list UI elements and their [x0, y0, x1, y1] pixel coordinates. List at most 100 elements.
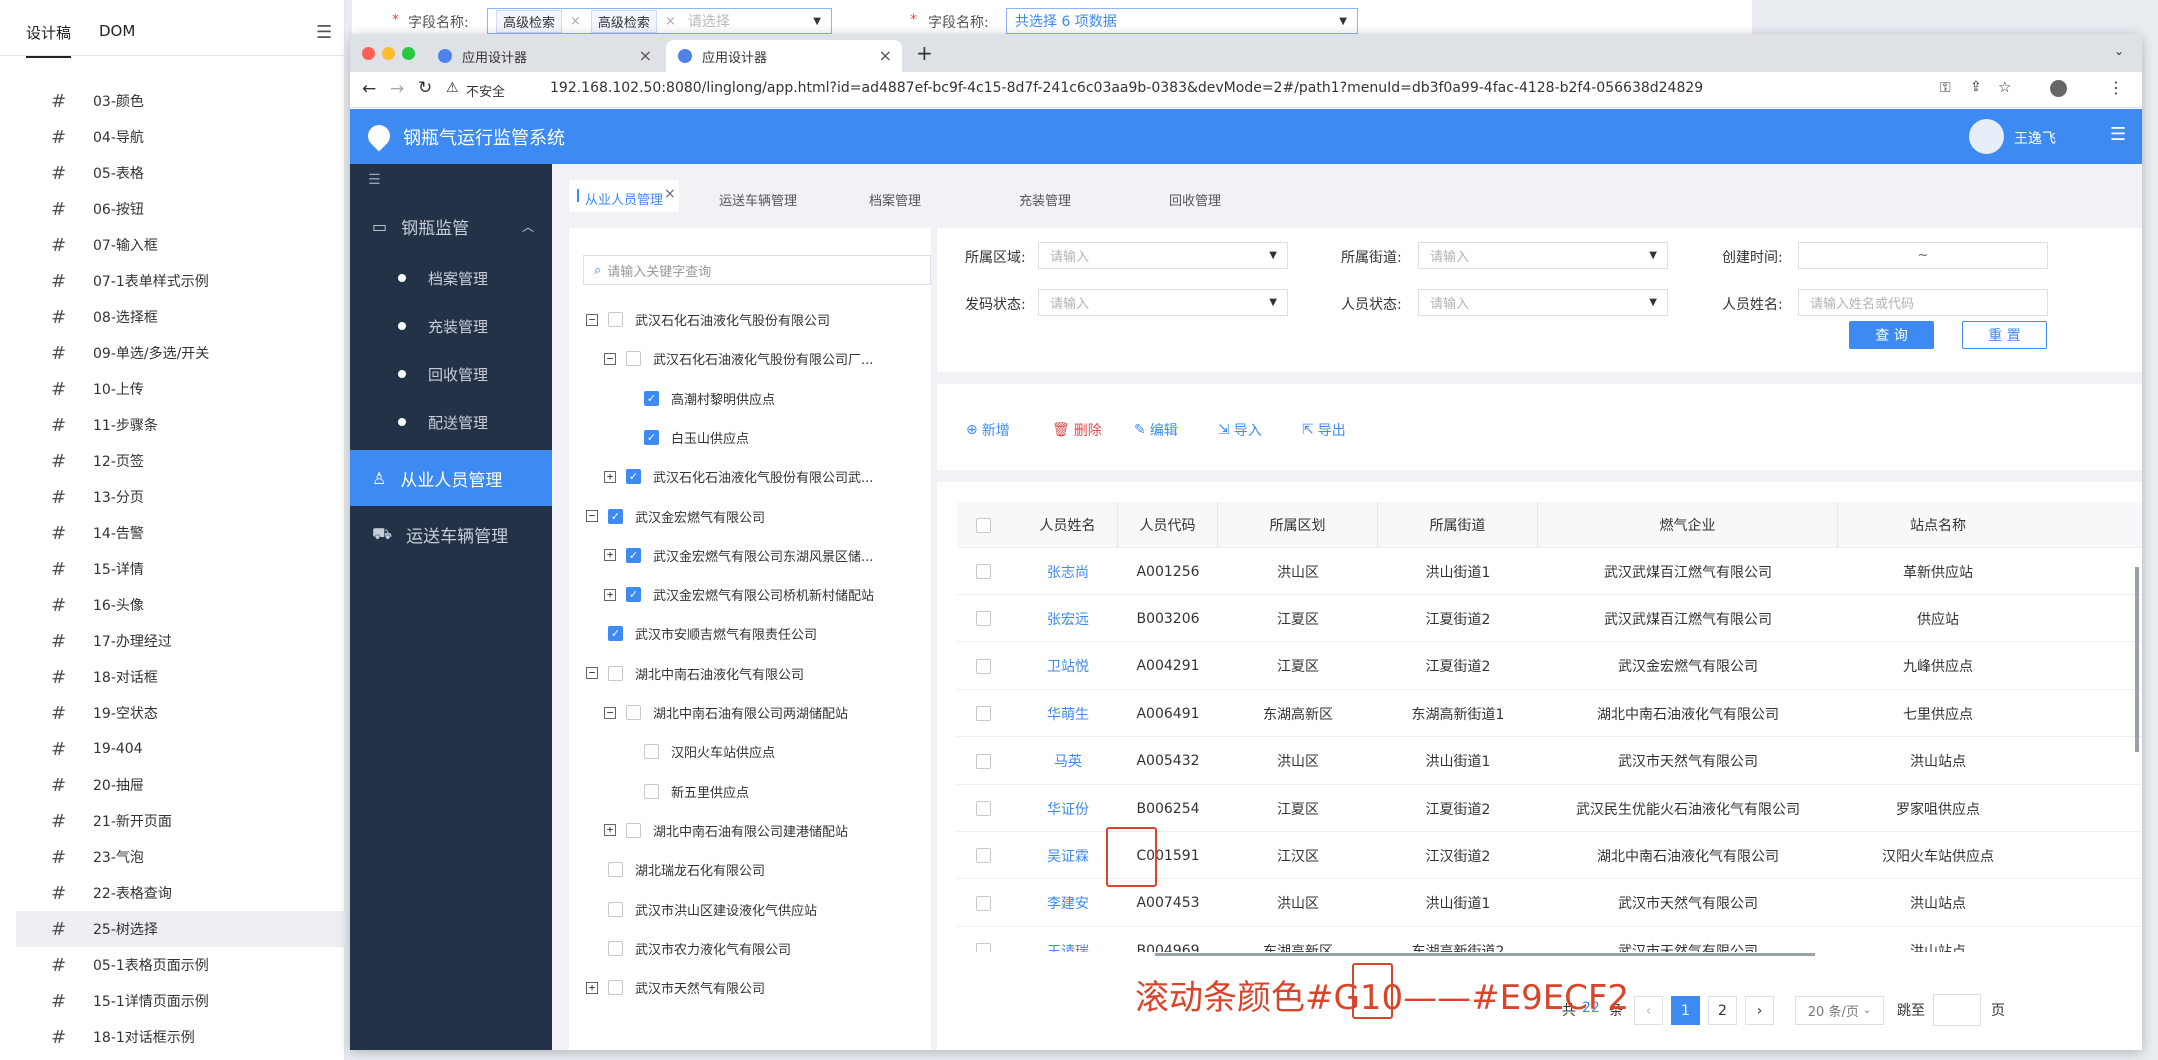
expand-icon[interactable]: +	[604, 470, 616, 483]
tree-node[interactable]: 新五里供应点	[622, 772, 749, 811]
tree-checkbox[interactable]	[626, 705, 641, 720]
design-tree-item[interactable]: #18-1对话框示例	[16, 1019, 345, 1055]
tree-node[interactable]: 湖北瑞龙石化有限公司	[586, 850, 765, 889]
tree-node[interactable]: − 武汉石化石油液化气股份有限公司厂...	[604, 339, 873, 378]
tree-checkbox[interactable]: ✓	[644, 429, 659, 445]
tree-node[interactable]: + 武汉市天然气有限公司	[586, 968, 765, 1007]
tree-node[interactable]: 武汉市洪山区建设液化气供应站	[586, 890, 817, 929]
browser-tab-active[interactable]: 应用设计器 ×	[666, 40, 902, 72]
tree-node[interactable]: 武汉市农力液化气有限公司	[586, 929, 791, 968]
tab-recycle[interactable]: 回收管理	[1169, 190, 1221, 209]
table-row[interactable]: 马英 A005432 洪山区 洪山街道1 武汉市天然气有限公司 洪山站点	[957, 738, 2142, 785]
row-checkbox[interactable]	[976, 895, 991, 911]
tree-node[interactable]: − 湖北中南石油液化气有限公司	[586, 654, 804, 693]
multi-select-summary[interactable]: 共选择 6 项数据 ▼	[1006, 8, 1358, 34]
tab-vehicle[interactable]: 运送车辆管理	[719, 190, 797, 209]
user-name[interactable]: 王逸飞	[2014, 128, 2056, 148]
tree-checkbox[interactable]: ✓	[644, 390, 659, 406]
tab-dom[interactable]: DOM	[99, 22, 135, 40]
design-tree-item[interactable]: #22-表格查询	[16, 875, 345, 911]
tree-node[interactable]: + 湖北中南石油有限公司建港储配站	[604, 811, 848, 850]
collapse-icon[interactable]: −	[586, 313, 598, 326]
share-icon[interactable]: ⇪	[1970, 79, 1982, 95]
minimize-window-icon[interactable]	[382, 47, 395, 60]
tree-node[interactable]: + ✓ 武汉金宏燃气有限公司桥机新村储配站	[604, 575, 874, 614]
tree-checkbox[interactable]	[626, 351, 641, 367]
code-status-select[interactable]: 请输入 ▼	[1038, 289, 1288, 316]
table-cell[interactable]: 张志尚	[1018, 548, 1118, 595]
tree-node[interactable]: ✓ 武汉市安顺吉燃气有限责任公司	[586, 614, 817, 653]
tab-list-chevron-icon[interactable]: ⌄	[2114, 44, 2124, 58]
header-menu-icon[interactable]: ☰	[2110, 124, 2126, 145]
browser-menu-icon[interactable]: ⋮	[2108, 78, 2124, 97]
expand-icon[interactable]: +	[604, 824, 616, 837]
table-row[interactable]: 张志尚 A001256 洪山区 洪山街道1 武汉武煤百江燃气有限公司 革新供应站	[957, 548, 2142, 595]
page-size-select[interactable]: 20 条/页 ⌄	[1795, 996, 1884, 1025]
browser-tab[interactable]: 应用设计器 ×	[426, 40, 662, 72]
design-tree-item[interactable]: #21-新开页面	[16, 803, 345, 839]
tree-checkbox[interactable]: ✓	[608, 508, 623, 524]
design-tree-item[interactable]: #23-气泡	[16, 839, 345, 875]
table-cell[interactable]: 华萌生	[1018, 690, 1118, 737]
back-icon[interactable]: ←	[362, 79, 376, 99]
tree-checkbox[interactable]	[626, 822, 641, 838]
sidebar-item-filling[interactable]: 充装管理	[350, 302, 552, 350]
sidebar-item-recycle[interactable]: 回收管理	[350, 350, 552, 398]
collapse-menu-icon[interactable]: ☰	[316, 22, 332, 43]
collapse-icon[interactable]: −	[604, 706, 616, 719]
row-checkbox[interactable]	[976, 848, 991, 864]
key-icon[interactable]: ⚿	[1940, 80, 1951, 96]
reload-icon[interactable]: ↻	[418, 78, 432, 98]
query-button[interactable]: 查 询	[1849, 321, 1934, 349]
table-cell[interactable]: 张宏远	[1018, 595, 1118, 642]
column-header[interactable]: 所属区划	[1218, 502, 1378, 548]
close-window-icon[interactable]	[362, 47, 375, 60]
design-tree-item[interactable]: #14-告警	[16, 515, 345, 551]
import-button[interactable]: ⇲ 导入	[1218, 420, 1262, 440]
tree-checkbox[interactable]: ✓	[626, 547, 641, 563]
design-tree-item[interactable]: #05-1表格页面示例	[16, 947, 345, 983]
design-tree-item[interactable]: #11-步骤条	[16, 407, 345, 443]
row-checkbox[interactable]	[976, 564, 991, 579]
table-cell[interactable]: 卫站悦	[1018, 643, 1118, 690]
new-tab-icon[interactable]: +	[916, 41, 933, 65]
design-tree-item[interactable]: #05-表格	[16, 155, 345, 191]
column-header[interactable]: 人员姓名	[1018, 502, 1118, 548]
design-tree-item[interactable]: #10-上传	[16, 371, 345, 407]
close-tab-icon[interactable]: ×	[639, 46, 652, 65]
row-checkbox[interactable]	[976, 753, 991, 769]
collapse-icon[interactable]: −	[586, 510, 598, 522]
design-tree-item[interactable]: #04-导航	[16, 119, 345, 155]
url-text[interactable]: 192.168.102.50:8080/linglong/app.html?id…	[550, 80, 1703, 96]
user-avatar[interactable]	[1969, 119, 2004, 154]
design-tree-item[interactable]: #15-1详情页面示例	[16, 983, 345, 1019]
tab-filling[interactable]: 充装管理	[1019, 190, 1071, 209]
tree-checkbox[interactable]	[608, 901, 623, 917]
sidebar-item-staff[interactable]: ♙ 从业人员管理	[350, 450, 552, 506]
next-page-icon[interactable]: ›	[1745, 996, 1774, 1025]
tree-node[interactable]: + ✓ 武汉石化石油液化气股份有限公司武...	[604, 457, 873, 496]
table-row[interactable]: 华萌生 A006491 东湖高新区 东湖高新街道1 湖北中南石油液化气有限公司 七里供应点	[957, 690, 2142, 738]
tree-node[interactable]: ✓ 白玉山供应点	[622, 418, 749, 457]
sidebar-item-vehicle[interactable]: ⛟ 运送车辆管理	[350, 506, 552, 562]
page-2[interactable]: 2	[1708, 996, 1737, 1025]
export-button[interactable]: ⇱ 导出	[1302, 420, 1346, 440]
sidebar-item-delivery[interactable]: 配送管理	[350, 398, 552, 446]
collapse-icon[interactable]: −	[604, 352, 616, 365]
delete-button[interactable]: 🗑 删除	[1052, 420, 1102, 440]
design-tree-item[interactable]: #07-1表单样式示例	[16, 263, 345, 299]
table-scrollbar[interactable]	[2135, 567, 2139, 752]
tree-checkbox[interactable]	[608, 312, 623, 327]
chevron-down-icon[interactable]: ▼	[813, 16, 821, 27]
jump-page-input[interactable]	[1933, 994, 1981, 1026]
design-tree-item[interactable]: #03-颜色	[16, 83, 345, 119]
tab-design[interactable]: 设计稿	[26, 22, 72, 58]
chevron-down-icon[interactable]: ▼	[1339, 16, 1347, 27]
tree-node[interactable]: ✓ 高潮村黎明供应点	[622, 379, 775, 418]
page-1[interactable]: 1	[1671, 996, 1700, 1025]
tree-checkbox[interactable]: ✓	[626, 469, 641, 485]
maximize-window-icon[interactable]	[402, 47, 415, 60]
design-tree-item[interactable]: #12-页签	[16, 443, 345, 479]
add-button[interactable]: ⊕ 新增	[966, 420, 1010, 440]
tab-archive[interactable]: 档案管理	[869, 190, 921, 209]
